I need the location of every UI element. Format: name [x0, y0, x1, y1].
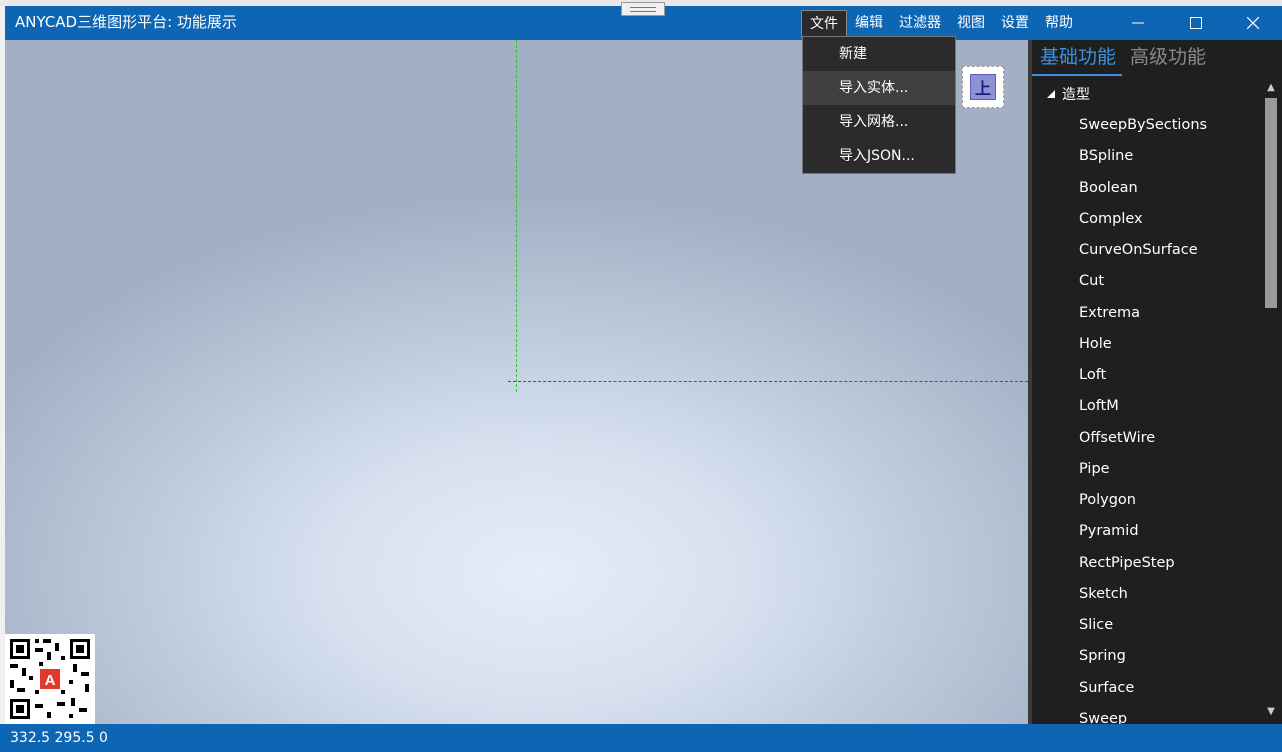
cursor-coordinates: 332.5 295.5 0 [10, 730, 108, 746]
tree-group-modeling[interactable]: 造型 [1046, 84, 1090, 106]
tree-item[interactable]: CurveOnSurface [1079, 235, 1207, 266]
window-title: ANYCAD三维图形平台: 功能展示 [15, 13, 237, 31]
menu-filter[interactable]: 过滤器 [891, 10, 949, 38]
tree-group-label: 造型 [1062, 87, 1090, 103]
tree-item[interactable]: Pyramid [1079, 516, 1207, 547]
tree-item[interactable]: Sketch [1079, 579, 1207, 610]
tree-item[interactable]: OffsetWire [1079, 423, 1207, 454]
menu-edit[interactable]: 编辑 [847, 10, 891, 38]
menu-help[interactable]: 帮助 [1037, 10, 1081, 38]
tree-item[interactable]: RectPipeStep [1079, 548, 1207, 579]
expand-triangle-icon[interactable] [1046, 89, 1056, 99]
tree-list: SweepBySections BSpline Boolean Complex … [1079, 110, 1207, 724]
file-menu-dropdown: 新建 导入实体... 导入网格... 导入JSON... [802, 36, 956, 174]
svg-text:A: A [45, 672, 56, 689]
status-bar: 332.5 295.5 0 [0, 724, 1282, 752]
tree-item[interactable]: Boolean [1079, 173, 1207, 204]
panel-scrollbar[interactable]: ▲ ▼ [1262, 82, 1280, 718]
scroll-down-icon[interactable]: ▼ [1264, 706, 1278, 718]
drag-grip-handle[interactable] [621, 2, 665, 16]
menu-file[interactable]: 文件 [801, 10, 847, 38]
tree-item[interactable]: Pipe [1079, 454, 1207, 485]
close-icon [1247, 17, 1259, 29]
scroll-up-icon[interactable]: ▲ [1264, 82, 1278, 94]
view-cube-top-face[interactable]: 上 [970, 74, 996, 100]
maximize-button[interactable] [1167, 6, 1225, 40]
panel-tabs: 基础功能 高级功能 [1032, 40, 1212, 76]
close-button[interactable] [1224, 6, 1282, 40]
tree-item[interactable]: Hole [1079, 329, 1207, 360]
menu-import-json[interactable]: 导入JSON... [803, 139, 955, 173]
maximize-icon [1190, 17, 1202, 29]
y-axis-line [516, 40, 517, 392]
scrollbar-thumb[interactable] [1265, 98, 1277, 308]
menu-bar: 文件 编辑 过滤器 视图 设置 帮助 [801, 8, 1081, 38]
tree-item[interactable]: Sweep [1079, 704, 1207, 724]
view-cube[interactable]: 上 [962, 66, 1004, 108]
tab-advanced[interactable]: 高级功能 [1122, 40, 1212, 76]
menu-import-mesh[interactable]: 导入网格... [803, 105, 955, 139]
menu-import-solid[interactable]: 导入实体... [803, 71, 955, 105]
tab-basic[interactable]: 基础功能 [1032, 40, 1123, 76]
tree-item[interactable]: Polygon [1079, 485, 1207, 516]
tree-item[interactable]: Complex [1079, 204, 1207, 235]
feature-panel: 基础功能 高级功能 造型 SweepBySections BSpline Boo… [1032, 40, 1282, 724]
tree-item[interactable]: LoftM [1079, 391, 1207, 422]
qr-code-icon: A [5, 634, 95, 724]
tree-item[interactable]: Cut [1079, 266, 1207, 297]
tree-item[interactable]: Extrema [1079, 298, 1207, 329]
tree-item[interactable]: SweepBySections [1079, 110, 1207, 141]
tree-item[interactable]: Loft [1079, 360, 1207, 391]
menu-settings[interactable]: 设置 [993, 10, 1037, 38]
tree-item[interactable]: BSpline [1079, 141, 1207, 172]
tree-item[interactable]: Slice [1079, 610, 1207, 641]
minimize-button[interactable] [1109, 6, 1167, 40]
menu-view[interactable]: 视图 [949, 10, 993, 38]
tree-item[interactable]: Spring [1079, 641, 1207, 672]
x-axis-line [508, 381, 1028, 382]
menu-new[interactable]: 新建 [803, 37, 955, 71]
tree-item[interactable]: Surface [1079, 673, 1207, 704]
minimize-icon [1132, 22, 1144, 24]
